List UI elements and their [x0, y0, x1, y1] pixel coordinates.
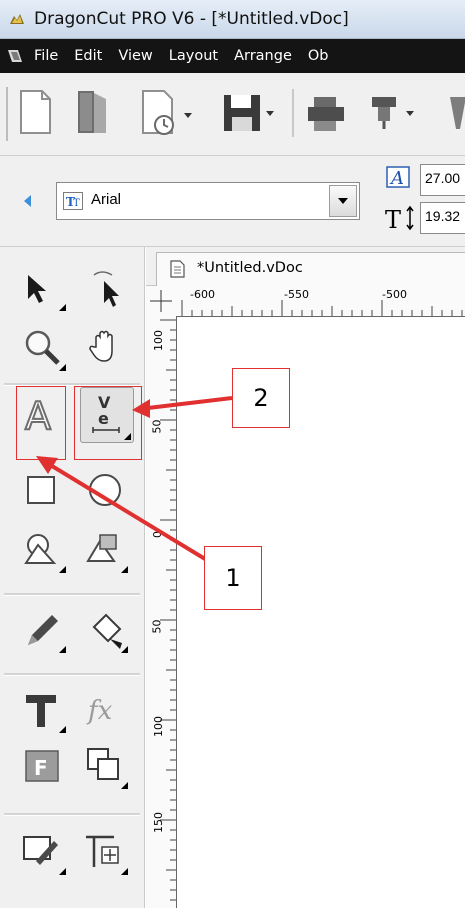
text-width-field[interactable]: 27.00 [420, 164, 465, 196]
tool-flyout-indicator [59, 646, 66, 653]
function-tool[interactable]: fx [80, 685, 130, 735]
save-icon[interactable] [222, 91, 278, 135]
svg-text:F: F [34, 756, 48, 780]
document-menu-icon[interactable] [6, 47, 24, 65]
scroll-left-icon[interactable] [22, 194, 32, 208]
toolbar-grip [6, 87, 8, 141]
highlight-vertical-text-tool [74, 386, 142, 460]
laser-icon[interactable] [446, 91, 465, 135]
text-toolbar: T T Arial A 27.00 T 19.32 [0, 156, 465, 247]
tool-flyout-indicator [59, 726, 66, 733]
recent-doc-icon[interactable] [140, 89, 196, 137]
new-doc-icon[interactable] [18, 89, 52, 135]
tool-flyout-indicator [121, 646, 128, 653]
svg-text:A: A [389, 168, 404, 189]
tools-separator [4, 813, 140, 816]
align-tool[interactable] [80, 827, 130, 877]
chevron-down-icon [338, 198, 348, 204]
ruler-label: -600 [190, 288, 215, 301]
text-height-field[interactable]: 19.32 [420, 202, 465, 234]
vertical-ruler[interactable]: 100 50 0 50 100 150 [146, 316, 177, 908]
main-toolbar [0, 73, 465, 156]
ruler-label: -500 [382, 288, 407, 301]
text-effect-tool[interactable] [18, 685, 68, 735]
menu-edit[interactable]: Edit [74, 48, 102, 64]
window-title: DragonCut PRO V6 - [*Untitled.vDoc] [34, 9, 349, 29]
menu-arrange[interactable]: Arrange [234, 48, 292, 64]
ruler-label: 100 [152, 330, 165, 351]
text-height-icon: T [385, 205, 414, 232]
open-doc-icon[interactable] [74, 89, 110, 135]
envelope-distort-icon: F [25, 750, 59, 782]
fill-tool[interactable] [80, 605, 130, 655]
ruler-label: -550 [284, 288, 309, 301]
ruler-origin-icon[interactable] [146, 286, 176, 316]
callout-2: 2 [232, 368, 290, 428]
tools-separator [4, 673, 140, 676]
horizontal-ruler[interactable]: -600 -550 -500 [146, 286, 465, 317]
tool-flyout-indicator [121, 566, 128, 573]
ruler-label: 50 [150, 619, 164, 634]
rectangle-icon [27, 476, 55, 504]
zoom-tool[interactable] [18, 323, 68, 373]
title-bar: DragonCut PRO V6 - [*Untitled.vDoc] [0, 0, 465, 39]
cut-plotter-icon[interactable] [366, 91, 422, 135]
document-tabs: *Untitled.vDoc [146, 247, 465, 286]
hand-icon [89, 330, 113, 362]
weld-tool[interactable] [80, 741, 130, 791]
tool-flyout-indicator [59, 566, 66, 573]
document-tab[interactable]: *Untitled.vDoc [156, 252, 465, 286]
menu-file[interactable]: File [34, 48, 58, 64]
document-tab-label: *Untitled.vDoc [197, 260, 303, 276]
ellipse-icon [89, 474, 121, 506]
font-name: Arial [91, 191, 122, 208]
menu-object[interactable]: Ob [308, 48, 329, 64]
callout-1: 1 [204, 546, 262, 610]
svg-text:T: T [73, 198, 80, 209]
edit-tool[interactable] [18, 827, 68, 877]
tool-flyout-indicator [121, 868, 128, 875]
node-edit-tool[interactable] [80, 263, 130, 313]
polygon-tool[interactable] [18, 525, 68, 575]
shape-tool[interactable] [80, 525, 130, 575]
print-icon[interactable] [306, 91, 346, 135]
tool-flyout-indicator [59, 304, 66, 311]
envelope-tool[interactable]: F [18, 741, 68, 791]
menu-layout[interactable]: Layout [169, 48, 218, 64]
highlight-text-tool [16, 386, 66, 460]
drawing-canvas[interactable] [177, 317, 465, 908]
ruler-label: 150 [152, 812, 165, 833]
menu-bar: File Edit View Layout Arrange Ob [0, 39, 465, 73]
pan-tool[interactable] [80, 323, 130, 373]
tool-flyout-indicator [59, 868, 66, 875]
horizontal-ruler-ticks [181, 300, 463, 316]
function-fx-icon: fx [86, 696, 113, 726]
pen-tool[interactable] [18, 605, 68, 655]
document-icon [170, 260, 185, 278]
tools-separator [4, 593, 140, 596]
menu-view[interactable]: View [118, 48, 152, 64]
text-width-icon: A [386, 166, 410, 189]
tools-panel: A V e fx F [0, 247, 145, 908]
ellipse-tool[interactable] [80, 465, 130, 515]
dragoncut-app-icon [10, 14, 24, 24]
ruler-label: 0 [151, 531, 164, 538]
truetype-font-icon: T T [63, 192, 83, 210]
select-tool[interactable] [18, 263, 68, 313]
svg-text:T: T [385, 206, 401, 232]
tool-flyout-indicator [59, 364, 66, 371]
ruler-label: 100 [152, 716, 165, 737]
svg-text:fx: fx [86, 696, 113, 726]
ruler-label: 50 [150, 419, 164, 434]
node-pointer-icon [93, 271, 119, 307]
toolbar-separator [292, 89, 294, 137]
font-selector[interactable]: T T Arial [56, 182, 360, 220]
font-dropdown-button[interactable] [329, 185, 357, 217]
rectangle-tool[interactable] [18, 465, 68, 515]
tool-flyout-indicator [121, 782, 128, 789]
